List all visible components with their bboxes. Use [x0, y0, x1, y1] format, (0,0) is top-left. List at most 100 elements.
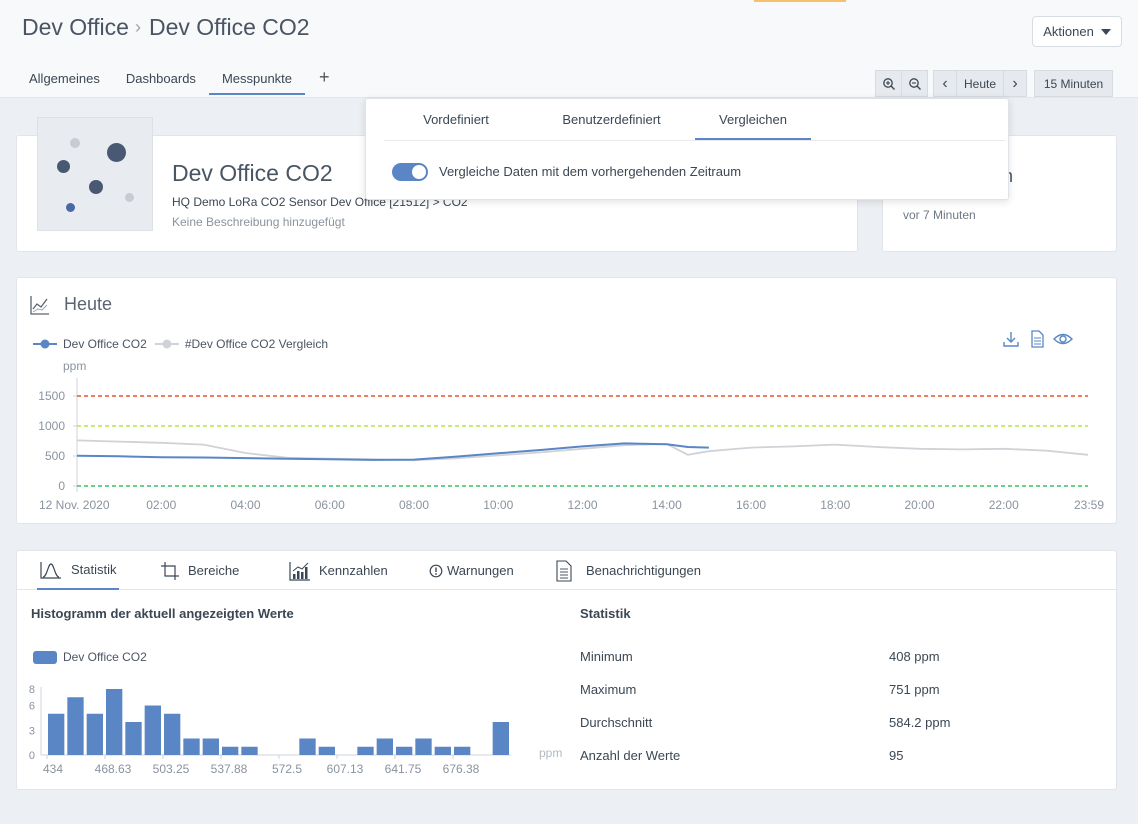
x-tick-label: 10:00 [483, 498, 513, 512]
zoom-in-button[interactable] [875, 70, 902, 97]
chevron-left-icon: ‹ [942, 74, 948, 92]
time-range-popover: Vordefiniert Benutzerdefiniert Vergleich… [365, 98, 1009, 200]
legend-line-icon [33, 339, 57, 349]
stat-value-minimum: 408 ppm [889, 649, 940, 664]
scatter-dot-icon [57, 160, 70, 173]
tab-kennzahlen[interactable]: Kennzahlen [289, 551, 388, 590]
histogram-bar [106, 689, 123, 755]
hist-x-tick-label: 537.88 [211, 762, 248, 776]
x-tick-label: 06:00 [315, 498, 345, 512]
breadcrumb-current: Dev Office CO2 [148, 14, 310, 40]
histogram-bar [67, 697, 84, 755]
last-update: vor 7 Minuten [903, 208, 976, 222]
tab-allgemeines[interactable]: Allgemeines [16, 66, 113, 95]
time-controls: ‹ Heute › 15 Minuten [875, 70, 1113, 97]
histogram-bar [357, 746, 374, 755]
histogram-legend-label: Dev Office CO2 [63, 650, 147, 664]
tab-label: Kennzahlen [319, 563, 388, 578]
tab-messpunkte[interactable]: Messpunkte [208, 66, 306, 95]
histogram-chart[interactable]: 0 3 6 8 434 468.63 503.25 537.88 572.5 607.13 641.… [17, 679, 577, 779]
caret-down-icon [1100, 28, 1111, 35]
compare-toggle[interactable] [392, 163, 428, 181]
hist-x-tick-label: 676.38 [443, 762, 480, 776]
breadcrumb: Dev Office › Dev Office CO2 [22, 14, 310, 41]
hist-x-tick-label: 607.13 [327, 762, 364, 776]
today-button[interactable]: Heute [956, 70, 1004, 97]
stat-label-count: Anzahl der Werte [580, 748, 681, 763]
histogram-bar [454, 746, 471, 755]
download-icon[interactable] [1002, 330, 1020, 348]
chevron-right-icon: › [1012, 74, 1018, 92]
scatter-dot-icon [70, 138, 80, 148]
legend-label-compare: #Dev Office CO2 Vergleich [184, 337, 328, 351]
stat-label-average: Durchschnitt [580, 715, 653, 730]
previous-period-button[interactable]: ‹ [933, 70, 957, 97]
histogram-bar [396, 746, 413, 755]
scatter-dot-icon [125, 193, 134, 202]
accent-strip [754, 0, 846, 2]
bell-curve-icon [40, 561, 61, 579]
tab-statistik[interactable]: Statistik [37, 551, 119, 590]
y-tick-label: 0 [58, 479, 65, 493]
histogram-bar [183, 738, 200, 755]
x-tick-label: 20:00 [904, 498, 934, 512]
x-tick-label: 02:00 [146, 498, 176, 512]
scatter-dot-icon [66, 203, 75, 212]
zoom-out-icon [908, 77, 921, 90]
stat-label-maximum: Maximum [580, 682, 637, 697]
document-icon[interactable] [1029, 330, 1045, 348]
tab-dashboards[interactable]: Dashboards [113, 66, 209, 95]
eye-icon[interactable] [1053, 332, 1073, 346]
tab-benutzerdefiniert[interactable]: Benutzerdefiniert [528, 99, 695, 140]
x-tick-label: 04:00 [230, 498, 260, 512]
hist-x-tick-label: 468.63 [95, 762, 132, 776]
y-tick-label: 1000 [38, 419, 65, 433]
histogram-bar [299, 738, 316, 755]
histogram-bar [415, 738, 432, 755]
histogram-bar [48, 713, 65, 755]
zoom-out-button[interactable] [901, 70, 928, 97]
stats-card: Statistik Bereiche Kennzahlen Warnungen … [16, 550, 1117, 790]
popover-tabs: Vordefiniert Benutzerdefiniert Vergleich… [384, 99, 1006, 141]
breadcrumb-parent[interactable]: Dev Office [22, 14, 129, 41]
y-axis-label: ppm [63, 359, 86, 373]
interval-button[interactable]: 15 Minuten [1034, 70, 1113, 97]
hist-y-tick-label: 8 [29, 684, 35, 696]
x-tick-label: 12 Nov. 2020 [39, 498, 110, 512]
actions-label: Aktionen [1043, 24, 1094, 39]
legend-swatch-icon [33, 650, 57, 664]
histogram-bar [492, 722, 509, 755]
top-bar: Dev Office › Dev Office CO2 Aktionen All… [0, 0, 1138, 98]
x-tick-label: 16:00 [736, 498, 766, 512]
histogram-bar [376, 738, 393, 755]
x-tick-label: 18:00 [820, 498, 850, 512]
tab-vordefiniert[interactable]: Vordefiniert [384, 99, 528, 140]
tab-benachrichtigungen[interactable]: Benachrichtigungen [555, 551, 701, 590]
x-tick-label: 14:00 [652, 498, 682, 512]
tab-bereiche[interactable]: Bereiche [160, 551, 239, 590]
legend-line-icon [154, 339, 179, 349]
chart-title: Heute [64, 294, 113, 314]
stats-tabs: Statistik Bereiche Kennzahlen Warnungen … [17, 551, 1116, 590]
y-tick-label: 1500 [38, 389, 65, 403]
legend-item-compare[interactable]: #Dev Office CO2 Vergleich [153, 337, 328, 351]
hist-x-tick-label: 503.25 [153, 762, 190, 776]
tab-label: Benachrichtigungen [586, 563, 701, 578]
histogram-legend[interactable]: Dev Office CO2 [33, 650, 147, 664]
line-chart[interactable]: ppm 0 500 1000 1500 12 Nov. 2020 02:00 04:00 06:… [17, 358, 1117, 518]
hist-x-tick-label: 641.75 [385, 762, 422, 776]
tab-warnungen[interactable]: Warnungen [429, 551, 514, 590]
hist-y-tick-label: 0 [29, 750, 35, 762]
tab-label: Warnungen [447, 563, 514, 578]
scatter-dot-icon [89, 180, 103, 194]
hist-unit-label: ppm [539, 746, 562, 760]
chart-card: Heute Dev Office CO2 #Dev Office CO2 Ver… [16, 277, 1117, 524]
add-tab-icon[interactable]: + [305, 66, 344, 95]
tab-vergleichen[interactable]: Vergleichen [695, 99, 811, 140]
next-period-button[interactable]: › [1003, 70, 1027, 97]
actions-button[interactable]: Aktionen [1032, 16, 1122, 47]
histogram-bar [202, 738, 219, 755]
tab-label: Statistik [71, 562, 117, 577]
x-tick-label: 23:59 [1074, 498, 1104, 512]
legend-item-primary[interactable]: Dev Office CO2 [31, 337, 147, 351]
